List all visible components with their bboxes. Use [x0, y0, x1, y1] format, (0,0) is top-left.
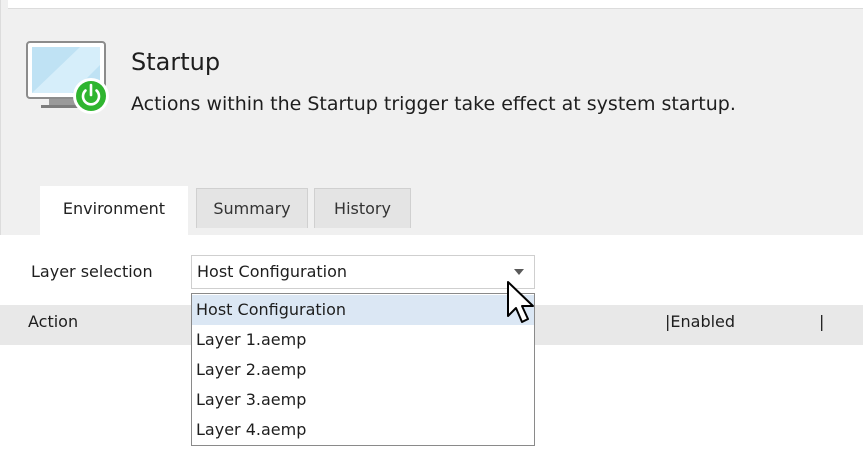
page-title: Startup: [131, 48, 221, 76]
tab-summary[interactable]: Summary: [196, 188, 308, 228]
column-separator: |: [819, 312, 825, 331]
top-border: [8, 0, 863, 9]
monitor-icon: [26, 41, 109, 114]
column-header-enabled[interactable]: |Enabled: [665, 312, 735, 331]
dropdown-option-host-configuration[interactable]: Host Configuration: [192, 295, 534, 325]
layer-dropdown-list[interactable]: Host Configuration Layer 1.aemp Layer 2.…: [191, 293, 535, 446]
tab-history[interactable]: History: [314, 188, 411, 228]
dropdown-option-layer-2[interactable]: Layer 2.aemp: [192, 355, 534, 385]
page-description: Actions within the Startup trigger take …: [131, 93, 736, 115]
tab-environment[interactable]: Environment: [40, 186, 188, 236]
layer-selection-label: Layer selection: [31, 262, 153, 281]
layer-selection-value: Host Configuration: [197, 262, 348, 281]
mouse-pointer-icon: [507, 281, 534, 323]
dropdown-option-layer-4[interactable]: Layer 4.aemp: [192, 415, 534, 445]
dropdown-option-layer-1[interactable]: Layer 1.aemp: [192, 325, 534, 355]
column-header-action[interactable]: Action: [28, 312, 78, 331]
layer-selection-dropdown[interactable]: Host Configuration: [191, 255, 535, 289]
power-icon: [73, 78, 109, 114]
chevron-down-icon[interactable]: [514, 269, 524, 275]
dropdown-option-layer-3[interactable]: Layer 3.aemp: [192, 385, 534, 415]
